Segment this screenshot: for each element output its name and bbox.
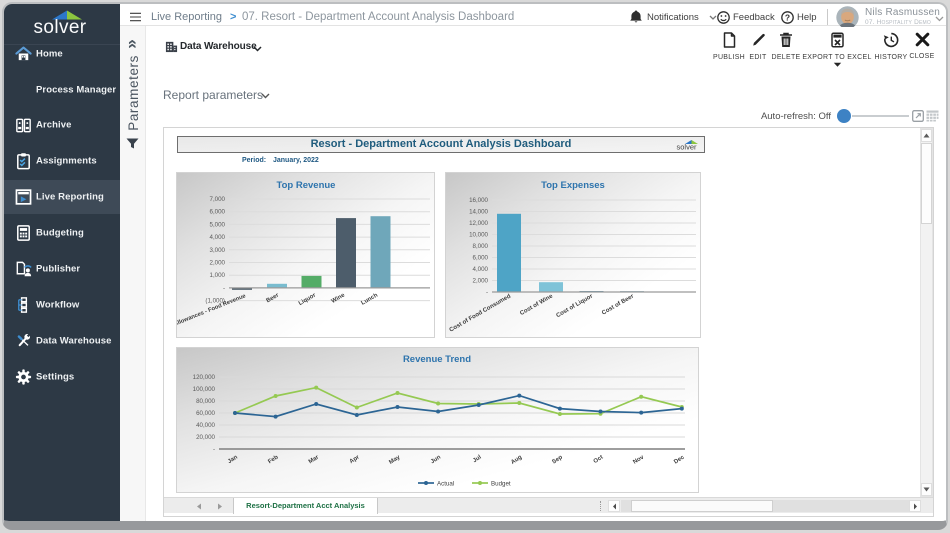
svg-text:Mar: Mar — [308, 454, 321, 465]
svg-text:Feb: Feb — [267, 454, 279, 465]
svg-text:Actual: Actual — [437, 481, 454, 488]
svg-text:6,000: 6,000 — [210, 209, 226, 216]
svg-text:Top Revenue: Top Revenue — [277, 180, 336, 191]
svg-text:Cost of Beer: Cost of Beer — [601, 293, 635, 316]
svg-text:2,000: 2,000 — [473, 278, 489, 285]
svg-text:Sep: Sep — [551, 454, 564, 465]
svg-text:-: - — [213, 446, 215, 453]
svg-text:solver: solver — [676, 143, 697, 152]
svg-text:60,000: 60,000 — [196, 410, 215, 417]
svg-text:Budget: Budget — [491, 481, 511, 488]
svg-text:Aug: Aug — [510, 454, 523, 466]
svg-text:-: - — [486, 289, 488, 296]
svg-text:12,000: 12,000 — [469, 220, 488, 227]
svg-text:3,000: 3,000 — [210, 247, 226, 254]
svg-text:Liquor: Liquor — [298, 292, 318, 307]
svg-text:Jan: Jan — [227, 454, 239, 465]
svg-text:8,000: 8,000 — [473, 243, 489, 250]
svg-text:May: May — [388, 454, 402, 466]
svg-text:40,000: 40,000 — [196, 422, 215, 429]
svg-text:Jul: Jul — [472, 454, 483, 464]
svg-text:80,000: 80,000 — [196, 398, 215, 405]
svg-text:solver: solver — [33, 17, 86, 38]
svg-text:14,000: 14,000 — [469, 209, 488, 216]
svg-text:Wine: Wine — [331, 292, 347, 305]
svg-text:6,000: 6,000 — [473, 255, 489, 262]
svg-text:Top Expenses: Top Expenses — [541, 180, 605, 191]
svg-text:Cost of Wine: Cost of Wine — [519, 293, 554, 317]
svg-text:Oct: Oct — [593, 455, 605, 465]
svg-text:10,000: 10,000 — [469, 232, 488, 239]
svg-text:Dec: Dec — [673, 454, 686, 465]
svg-text:20,000: 20,000 — [196, 434, 215, 441]
svg-text:Beer: Beer — [265, 292, 280, 304]
svg-text:16,000: 16,000 — [469, 197, 488, 204]
svg-text:Lunch: Lunch — [360, 292, 379, 306]
svg-text:4,000: 4,000 — [473, 266, 489, 273]
svg-text:7,000: 7,000 — [210, 196, 226, 203]
svg-text:Nov: Nov — [632, 454, 645, 466]
svg-text:4,000: 4,000 — [210, 234, 226, 241]
svg-text:2,000: 2,000 — [210, 260, 226, 267]
svg-text:Cost of Liquor: Cost of Liquor — [555, 293, 594, 319]
svg-text:Apr: Apr — [349, 454, 361, 465]
svg-text:Revenue Trend: Revenue Trend — [403, 354, 471, 365]
svg-text:100,000: 100,000 — [193, 386, 216, 393]
svg-text:Cost of Food Consumed: Cost of Food Consumed — [449, 293, 513, 333]
svg-text:Jun: Jun — [430, 454, 442, 465]
svg-text:1,000: 1,000 — [210, 272, 226, 279]
svg-text:5,000: 5,000 — [210, 221, 226, 228]
svg-text:-: - — [223, 285, 225, 292]
svg-text:?: ? — [785, 12, 790, 22]
svg-text:120,000: 120,000 — [193, 374, 216, 381]
